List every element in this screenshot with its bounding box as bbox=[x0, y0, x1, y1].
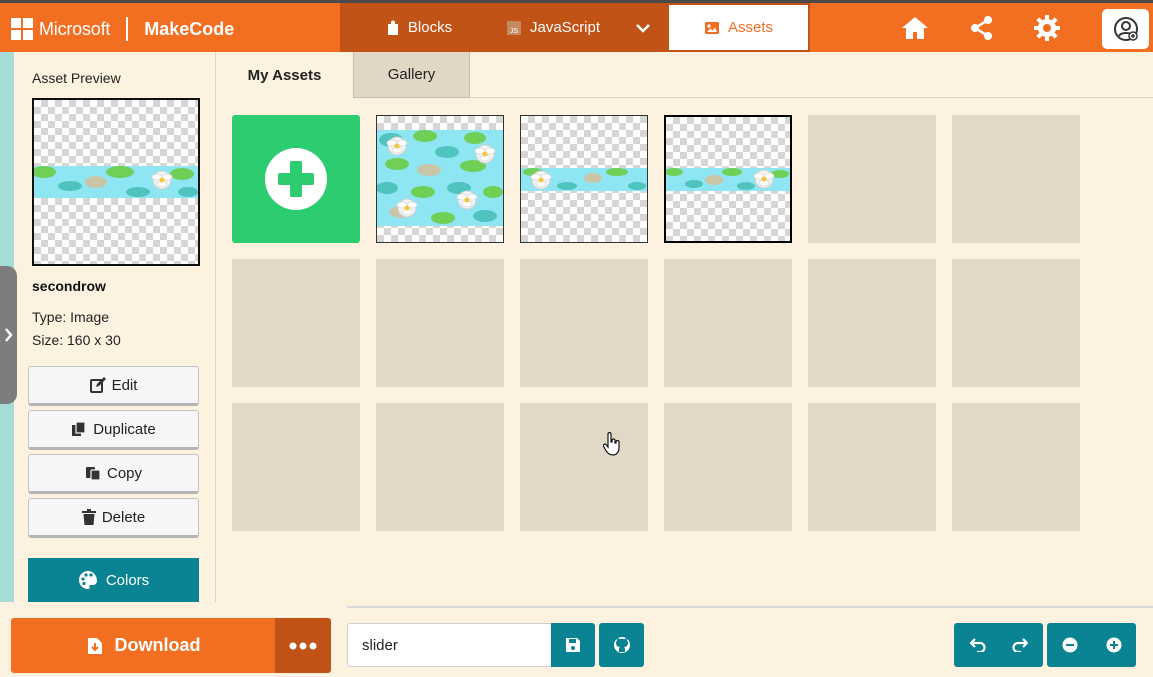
gear-icon bbox=[1034, 15, 1060, 41]
empty-slot bbox=[808, 115, 936, 243]
plus-circle-icon bbox=[265, 148, 327, 210]
asset-preview-image bbox=[32, 98, 200, 266]
redo-icon[interactable] bbox=[1011, 638, 1028, 652]
chevron-right-icon bbox=[5, 328, 13, 342]
more-options-button[interactable] bbox=[275, 618, 331, 673]
zoom-in-icon[interactable] bbox=[1106, 637, 1122, 653]
empty-slot bbox=[232, 259, 360, 387]
tab-my-assets[interactable]: My Assets bbox=[216, 52, 353, 98]
asset-tile-lilypad-strip[interactable] bbox=[520, 115, 648, 243]
undo-icon[interactable] bbox=[969, 638, 986, 652]
delete-label: Delete bbox=[101, 508, 146, 526]
chevron-down-icon bbox=[636, 23, 650, 33]
asset-preview-title: Asset Preview bbox=[32, 70, 121, 86]
empty-slot bbox=[520, 259, 648, 387]
empty-slot bbox=[376, 259, 504, 387]
asset-tile-secondrow[interactable] bbox=[664, 115, 792, 243]
asset-size: Size: 160 x 30 bbox=[32, 332, 121, 348]
asset-type: Type: Image bbox=[32, 309, 110, 325]
empty-slot bbox=[808, 403, 936, 531]
trash-icon bbox=[81, 509, 96, 525]
empty-slot bbox=[520, 403, 648, 531]
share-icon bbox=[971, 16, 992, 40]
undo-redo-group bbox=[954, 623, 1043, 667]
asset-sidebar: Asset Preview secondrow Type: Image Size… bbox=[14, 52, 216, 602]
duplicate-button[interactable]: Duplicate bbox=[28, 410, 199, 450]
copy-icon bbox=[85, 467, 101, 481]
secondrow-thumb bbox=[666, 168, 790, 191]
brand-microsoft: Microsoft bbox=[39, 18, 111, 39]
save-button[interactable] bbox=[551, 623, 595, 667]
microsoft-logo-icon bbox=[11, 18, 33, 40]
brand[interactable]: Microsoft MakeCode bbox=[11, 16, 234, 42]
tab-assets[interactable]: Assets bbox=[669, 5, 808, 50]
puzzle-icon bbox=[387, 20, 398, 35]
download-button[interactable]: Download bbox=[11, 618, 276, 673]
editor-tabs: Blocks JS JavaScript Assets bbox=[340, 3, 810, 52]
image-icon bbox=[704, 21, 719, 34]
top-bar: Microsoft MakeCode Blocks JS JavaScript … bbox=[0, 0, 1153, 52]
sidebar-toggle[interactable] bbox=[0, 266, 17, 404]
tab-javascript[interactable]: JS JavaScript bbox=[498, 5, 618, 50]
lilypad-full-image bbox=[377, 130, 503, 226]
js-icon: JS bbox=[507, 20, 521, 35]
asset-name: secondrow bbox=[32, 278, 106, 294]
empty-slot bbox=[952, 259, 1080, 387]
delete-button[interactable]: Delete bbox=[28, 498, 199, 538]
copy-button[interactable]: Copy bbox=[28, 454, 199, 494]
brand-divider bbox=[126, 17, 129, 41]
empty-slot bbox=[952, 115, 1080, 243]
asset-tile-lilypad-full[interactable] bbox=[376, 115, 504, 243]
download-label: Download bbox=[114, 635, 201, 655]
tab-gallery[interactable]: Gallery bbox=[353, 52, 470, 98]
edit-icon bbox=[89, 377, 106, 393]
tab-blocks-label: Blocks bbox=[407, 19, 453, 36]
tab-blocks[interactable]: Blocks bbox=[340, 5, 498, 50]
palette-icon bbox=[78, 571, 97, 589]
add-asset-button[interactable] bbox=[232, 115, 360, 243]
duplicate-icon bbox=[72, 421, 86, 436]
empty-slot bbox=[376, 403, 504, 531]
svg-text:JS: JS bbox=[510, 28, 519, 35]
lilypad-strip-image bbox=[34, 166, 198, 198]
user-menu-button[interactable] bbox=[1102, 9, 1149, 49]
github-icon bbox=[613, 637, 630, 653]
github-button[interactable] bbox=[599, 623, 644, 667]
zoom-out-icon[interactable] bbox=[1062, 637, 1078, 653]
save-icon bbox=[566, 638, 580, 652]
empty-slot bbox=[664, 403, 792, 531]
empty-slot bbox=[232, 403, 360, 531]
tab-assets-label: Assets bbox=[727, 19, 773, 36]
language-dropdown[interactable] bbox=[618, 5, 668, 50]
duplicate-label: Duplicate bbox=[93, 420, 156, 438]
edit-label: Edit bbox=[111, 376, 138, 394]
lilypad-strip-thumb bbox=[521, 168, 647, 191]
hand-cursor-icon bbox=[603, 432, 620, 456]
tab-javascript-label: JavaScript bbox=[530, 19, 601, 36]
colors-button[interactable]: Colors bbox=[28, 558, 199, 602]
settings-button[interactable] bbox=[1032, 13, 1062, 43]
download-icon bbox=[87, 637, 102, 654]
project-name-input[interactable] bbox=[347, 623, 552, 667]
zoom-group bbox=[1047, 623, 1136, 667]
colors-label: Colors bbox=[105, 571, 150, 589]
brand-makecode: MakeCode bbox=[144, 18, 235, 39]
home-icon bbox=[902, 17, 928, 39]
empty-slot bbox=[664, 259, 792, 387]
empty-slot bbox=[808, 259, 936, 387]
edit-button[interactable]: Edit bbox=[28, 366, 199, 406]
empty-slot bbox=[952, 403, 1080, 531]
tab-divider bbox=[470, 97, 1153, 98]
bottom-divider bbox=[347, 606, 1153, 608]
copy-label: Copy bbox=[106, 464, 143, 482]
ellipsis-icon bbox=[289, 642, 317, 649]
user-icon bbox=[1113, 17, 1138, 41]
home-button[interactable] bbox=[900, 13, 930, 43]
share-button[interactable] bbox=[967, 13, 997, 43]
